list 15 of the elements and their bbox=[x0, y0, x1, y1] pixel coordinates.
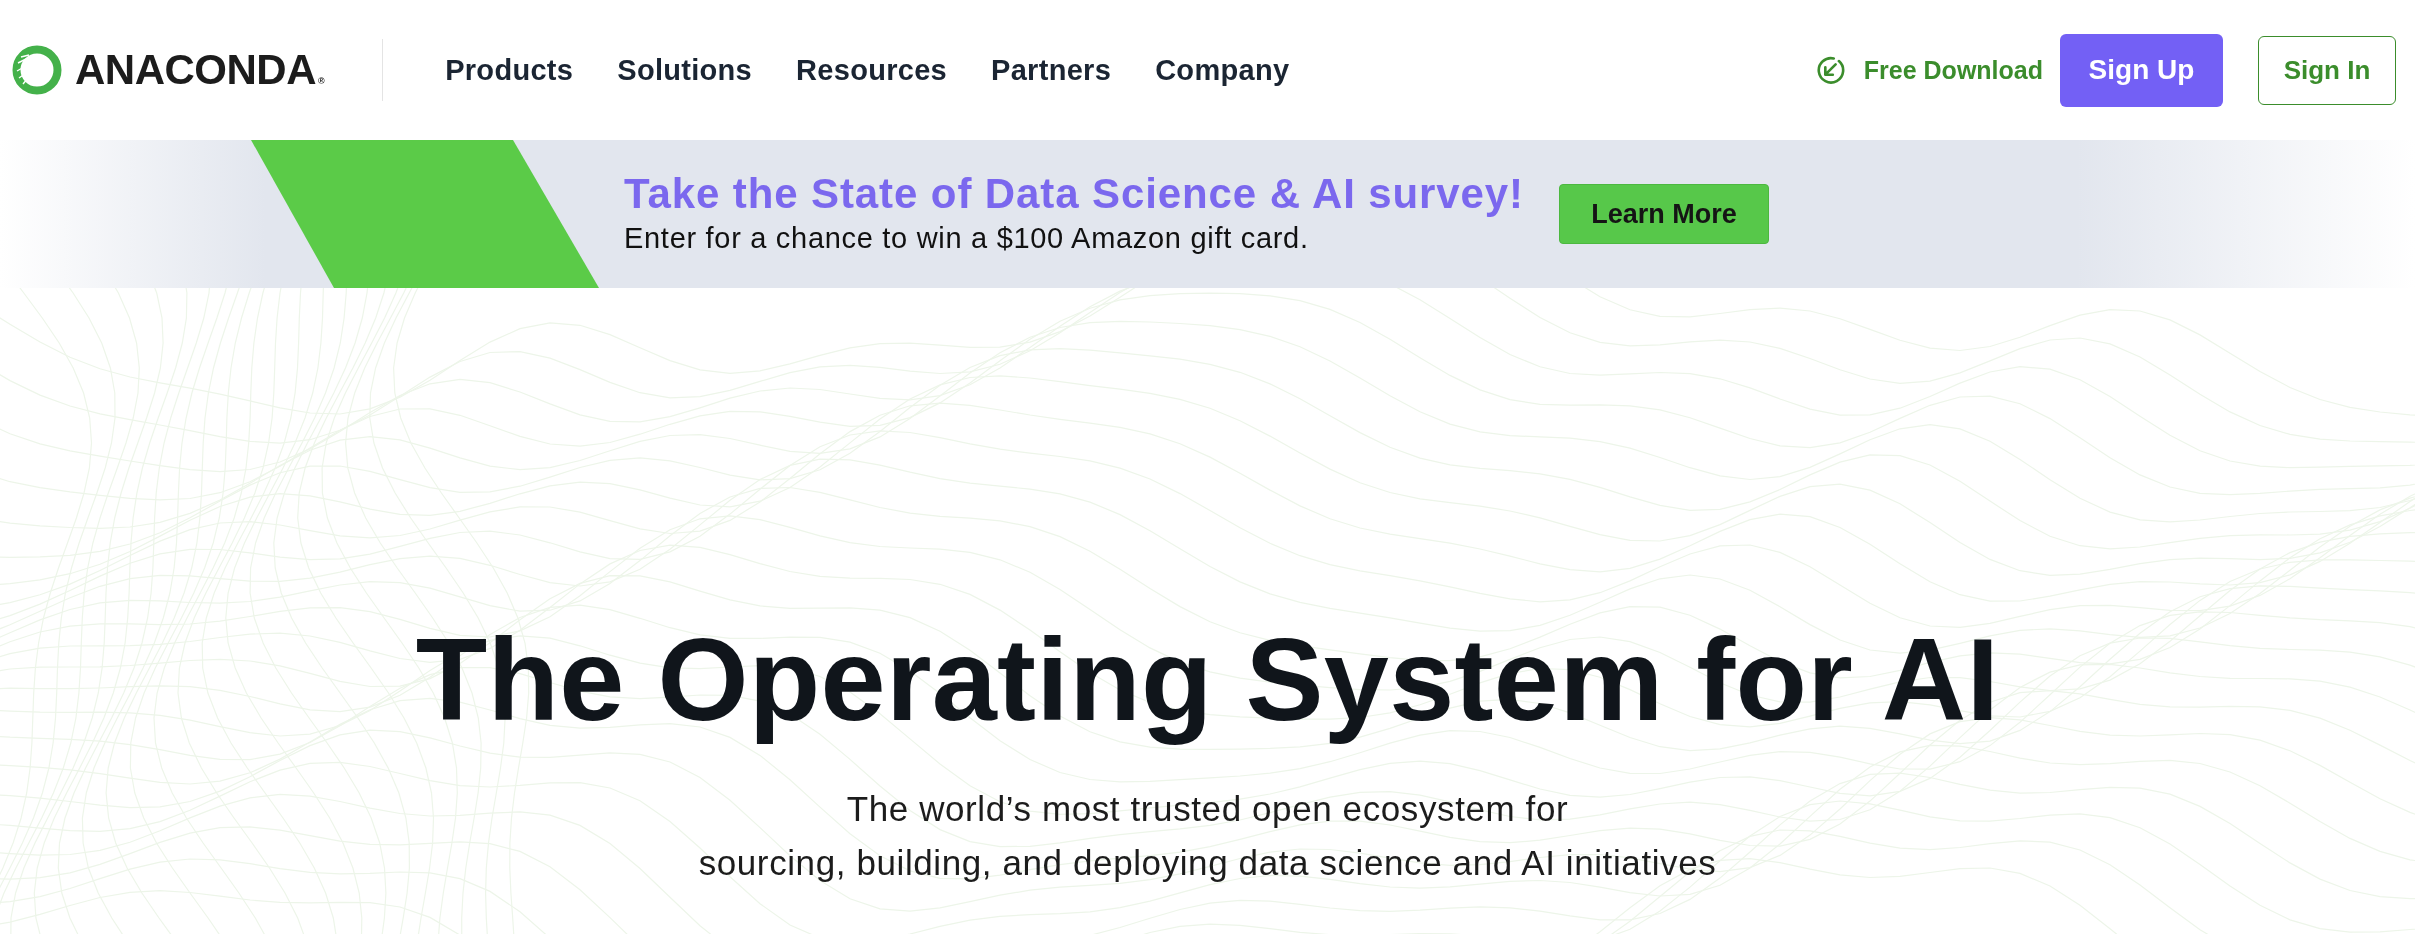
banner-subtitle: Enter for a chance to win a $100 Amazon gift card. bbox=[624, 220, 1310, 256]
nav-link[interactable]: Partners bbox=[991, 53, 1112, 87]
signup-button[interactable]: Sign Up bbox=[2060, 33, 2223, 107]
nav-link[interactable]: Products bbox=[445, 53, 574, 87]
ring-logo-icon[interactable] bbox=[12, 45, 62, 95]
signin-button[interactable]: Sign In bbox=[2258, 35, 2396, 105]
hero-headline: The Operating System for AI bbox=[415, 613, 2000, 747]
banner-title: Take the State of Data Science & AI survey! bbox=[624, 170, 1524, 219]
nav-link[interactable]: Company bbox=[1155, 53, 1290, 87]
download-link[interactable]: Free Download bbox=[1814, 55, 2043, 85]
hero-subtitle: The world’s most trusted open ecosystem for sourcing, building, and deploying data science and AI initiatives bbox=[698, 788, 1717, 885]
nav-link[interactable]: Resources bbox=[796, 53, 948, 87]
download-icon bbox=[1814, 55, 1845, 85]
learn-more-button[interactable]: Learn More bbox=[1559, 184, 1769, 244]
nav-link[interactable]: Solutions bbox=[617, 53, 753, 87]
